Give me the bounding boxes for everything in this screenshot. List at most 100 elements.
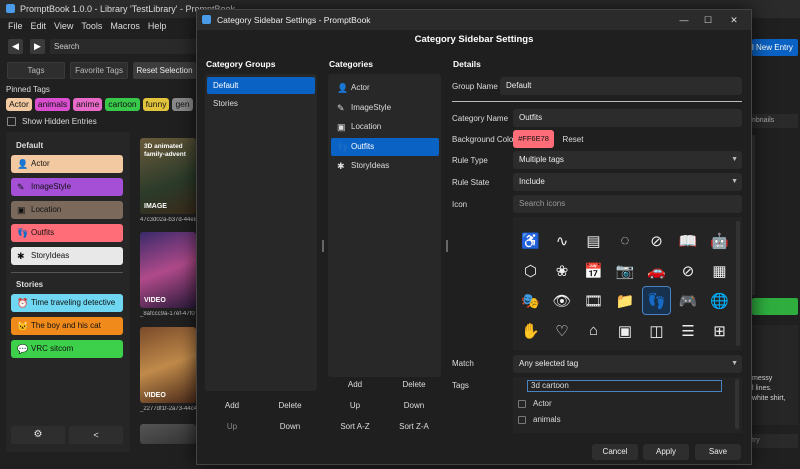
category-item-outfits[interactable]: 👣 Outfits [331, 137, 439, 156]
media-thumbnail[interactable]: VIDEO [140, 232, 196, 308]
partial-icon[interactable] [675, 347, 702, 350]
compass-icon[interactable]: ⊘ [675, 257, 702, 284]
pinned-tag[interactable]: animals [34, 98, 71, 111]
menu-help[interactable]: Help [148, 21, 167, 31]
right-input[interactable]: try [752, 434, 798, 448]
tag-checkbox[interactable] [518, 416, 526, 424]
pinned-tag[interactable]: cartoon [105, 98, 140, 111]
drama-icon[interactable]: 🎭 [517, 287, 544, 314]
collapse-sidebar-button[interactable]: < [69, 426, 123, 444]
partial-icon[interactable] [612, 347, 639, 350]
sidebar-item-the-boy-and-his-cat[interactable]: 🐱 The boy and his cat [11, 317, 123, 335]
layers-icon[interactable]: ☰ [675, 317, 702, 344]
pinned-tag[interactable]: anime [73, 98, 103, 111]
bg-color-reset-button[interactable]: Reset [559, 135, 587, 144]
bot-icon[interactable]: 🤖 [706, 227, 733, 254]
rule-state-dropdown[interactable]: Include ▼ [513, 173, 742, 191]
forward-button[interactable]: ▶ [30, 39, 45, 54]
image-icon[interactable]: ▣ [612, 317, 639, 344]
category-down-button[interactable]: Down [393, 401, 435, 410]
hand-icon[interactable]: ✋ [517, 317, 544, 344]
category-item-storyideas[interactable]: ✱ StoryIdeas [331, 157, 439, 175]
tag-option[interactable]: 3d cartoon [527, 380, 722, 392]
sidebar-item-time-traveling-detective[interactable]: ⏰ Time traveling detective [11, 294, 123, 312]
partial-icon[interactable] [643, 347, 670, 350]
activity-icon[interactable]: ∿ [549, 227, 576, 254]
search-icons-input[interactable]: Search icons [513, 195, 742, 213]
tab-reset-selection[interactable]: Reset Selection [133, 62, 196, 79]
group-item-default[interactable]: Default [207, 77, 315, 94]
circle-dashed-icon[interactable]: ◌ [612, 227, 639, 254]
sidebar-item-vrc-sitcom[interactable]: 💬 VRC sitcom [11, 340, 123, 358]
menu-macros[interactable]: Macros [110, 21, 140, 31]
film-icon[interactable]: 🎞 [580, 287, 607, 314]
bg-color-swatch-button[interactable]: #FF6E78 [513, 130, 554, 148]
icon-grid-scrollbar[interactable] [736, 221, 740, 346]
tag-option[interactable]: animals [513, 412, 728, 428]
show-hidden-checkbox[interactable] [7, 117, 16, 126]
search-input[interactable]: Search [50, 39, 196, 54]
group-item-stories[interactable]: Stories [207, 95, 315, 112]
close-icon[interactable]: ✕ [728, 14, 740, 26]
partial-icon[interactable] [549, 347, 576, 350]
menu-edit[interactable]: Edit [31, 21, 47, 31]
calendar-icon[interactable]: 📅 [580, 257, 607, 284]
minimize-icon[interactable]: — [678, 14, 690, 26]
home-icon[interactable]: ⌂ [580, 317, 607, 344]
media-thumbnail[interactable]: 3D animated family-advent IMAGE [140, 138, 196, 214]
book-open-icon[interactable]: 📖 [675, 227, 702, 254]
sidebar-item-storyideas[interactable]: ✱ StoryIdeas [11, 247, 123, 265]
eye-icon[interactable]: 👁 [549, 287, 576, 314]
green-action-button[interactable] [752, 298, 798, 315]
cancel-button[interactable]: Cancel [592, 444, 638, 460]
maximize-icon[interactable]: ☐ [702, 14, 714, 26]
apply-button[interactable]: Apply [643, 444, 689, 460]
pinned-tag[interactable]: gen [172, 98, 193, 111]
tags-list-scrollbar[interactable] [735, 379, 739, 429]
new-entry-button[interactable]: l New Entry [752, 39, 798, 56]
folder-icon[interactable]: 📁 [612, 287, 639, 314]
camera-icon[interactable]: 📷 [612, 257, 639, 284]
images-icon[interactable]: ◫ [643, 317, 670, 344]
group-name-input[interactable]: Default [500, 77, 742, 95]
cpu-icon[interactable]: ▦ [706, 257, 733, 284]
globe-icon[interactable]: 🌐 [706, 287, 733, 314]
group-add-button[interactable]: Add [211, 401, 253, 410]
sidebar-item-imagestyle[interactable]: ✎ ImageStyle [11, 178, 123, 196]
ban-icon[interactable]: ⊘ [643, 227, 670, 254]
category-sort-za-button[interactable]: Sort Z-A [393, 422, 435, 431]
category-name-input[interactable]: Outfits [513, 109, 742, 127]
archive-icon[interactable]: ▤ [580, 227, 607, 254]
tab-tags[interactable]: Tags [7, 62, 65, 79]
menu-view[interactable]: View [54, 21, 73, 31]
box-icon[interactable]: ⬡ [517, 257, 544, 284]
layout-grid-icon[interactable]: ⊞ [706, 317, 733, 344]
media-thumbnail[interactable]: VIDEO [140, 327, 196, 403]
gamepad-icon[interactable]: 🎮 [675, 287, 702, 314]
partial-icon[interactable] [706, 347, 733, 350]
heart-icon[interactable]: ♡ [549, 317, 576, 344]
category-item-location[interactable]: ▣ Location [331, 118, 439, 136]
category-up-button[interactable]: Up [334, 401, 376, 410]
sidebar-item-outfits[interactable]: 👣 Outfits [11, 224, 123, 242]
sidebar-item-actor[interactable]: 👤 Actor [11, 155, 123, 173]
category-item-actor[interactable]: 👤 Actor [331, 79, 439, 97]
category-sort-az-button[interactable]: Sort A-Z [334, 422, 376, 431]
splitter-handle[interactable] [322, 240, 324, 252]
scrollbar-right[interactable] [752, 135, 755, 295]
tag-option[interactable]: Actor [513, 396, 728, 412]
group-delete-button[interactable]: Delete [269, 401, 311, 410]
pinned-tag[interactable]: Actor [6, 98, 32, 111]
sidebar-item-location[interactable]: ▣ Location [11, 201, 123, 219]
category-item-imagestyle[interactable]: ✎ ImageStyle [331, 99, 439, 117]
group-up-button[interactable]: Up [211, 422, 253, 431]
car-icon[interactable]: 🚗 [643, 257, 670, 284]
rule-type-dropdown[interactable]: Multiple tags ▼ [513, 151, 742, 169]
splitter-handle-2[interactable] [446, 240, 448, 252]
menu-file[interactable]: File [8, 21, 23, 31]
tab-favorite-tags[interactable]: Favorite Tags [70, 62, 128, 79]
pinned-tag[interactable]: funny [142, 98, 170, 111]
partial-icon[interactable] [517, 347, 544, 350]
save-button[interactable]: Save [695, 444, 741, 460]
back-button[interactable]: ◀ [8, 39, 23, 54]
